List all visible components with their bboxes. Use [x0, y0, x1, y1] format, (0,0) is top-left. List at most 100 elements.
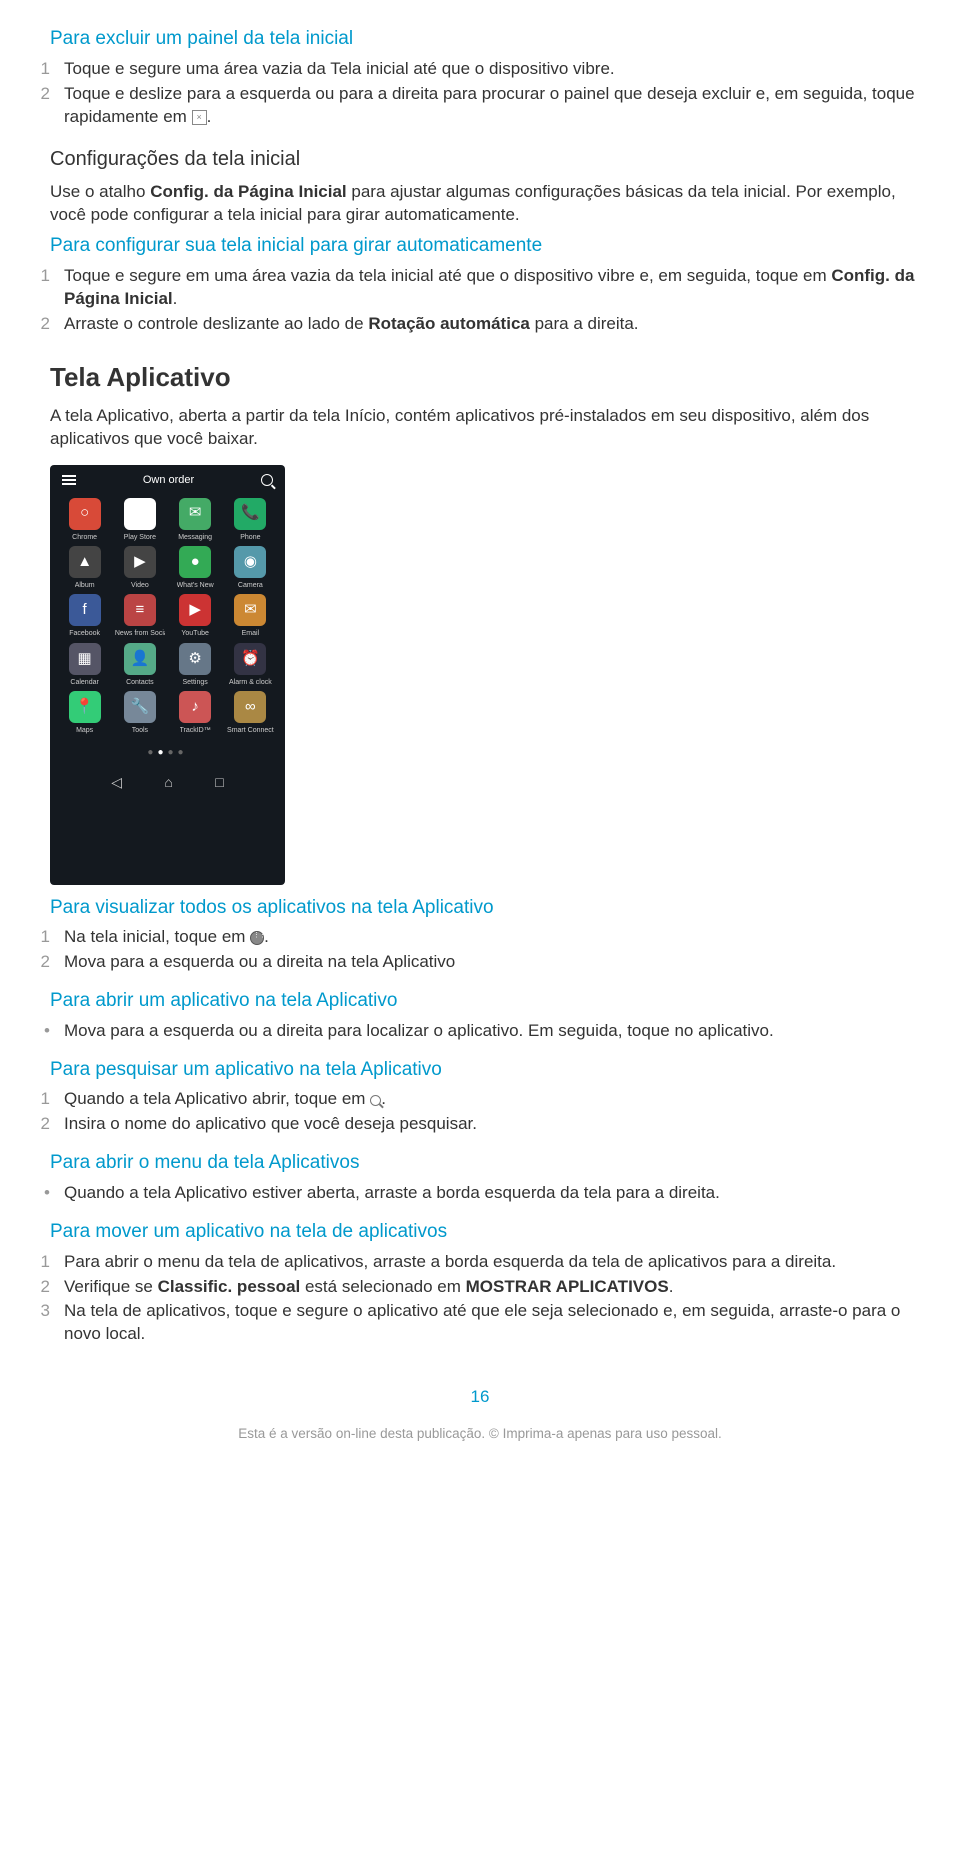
bold-text: MOSTRAR APLICATIVOS — [466, 1277, 669, 1296]
text-part: Verifique se — [64, 1277, 158, 1296]
app-label: What's New — [177, 581, 214, 590]
app-icon: ∞ — [234, 691, 266, 723]
list-number: 1 — [30, 58, 50, 81]
list-auto-rotate: 1 Toque e segure em uma área vazia da tel… — [30, 265, 930, 336]
step-text: Mova para a esquerda ou a direita para l… — [64, 1020, 930, 1043]
app-label: Camera — [238, 581, 263, 590]
app-icon: ▶ — [179, 594, 211, 626]
app-item: 📍 Maps — [58, 691, 111, 735]
app-item: ◉Camera — [224, 546, 277, 590]
app-label: Contacts — [126, 678, 154, 687]
paragraph-app-screen: A tela Aplicativo, aberta a partir da te… — [50, 405, 930, 451]
app-item: ≡ News from Socialife — [113, 594, 166, 638]
heading-config-home: Configurações da tela inicial — [50, 146, 930, 173]
page-indicator: ●●●● — [50, 746, 285, 760]
list-number: 2 — [30, 313, 50, 336]
page-number: 16 — [30, 1386, 930, 1409]
close-panel-icon: × — [192, 110, 207, 125]
list-number: 2 — [30, 951, 50, 974]
app-item: ⚙ Settings — [169, 643, 222, 687]
text-part: Na tela inicial, toque em — [64, 927, 250, 946]
heading-view-all-apps: Para visualizar todos os aplicativos na … — [50, 895, 930, 921]
bold-text: Rotação automática — [368, 314, 530, 333]
list-number: 1 — [30, 265, 50, 311]
app-icon: ○ — [69, 498, 101, 530]
app-label: Facebook — [69, 629, 100, 638]
phone-status-bar: Own order — [50, 465, 285, 496]
app-item: ● What's New — [169, 546, 222, 590]
app-label: Maps — [76, 726, 93, 735]
app-item: ✉Messaging — [169, 498, 222, 542]
app-icon: ▦ — [69, 643, 101, 675]
apps-drawer-icon — [250, 931, 264, 945]
step-text: Toque e deslize para a esquerda ou para … — [64, 83, 930, 129]
search-glyph-icon — [370, 1095, 381, 1106]
footer-text: Esta é a versão on-line desta publicação… — [30, 1425, 930, 1443]
app-icon: ⏰ — [234, 643, 266, 675]
search-icon — [261, 474, 273, 486]
list-open-menu: • Quando a tela Aplicativo estiver aberta… — [30, 1182, 930, 1205]
text-part: Arraste o controle deslizante ao lado de — [64, 314, 368, 333]
heading-open-app: Para abrir um aplicativo na tela Aplicat… — [50, 988, 930, 1014]
step-text: Na tela inicial, toque em . — [64, 926, 930, 949]
back-icon: ◁ — [111, 773, 122, 792]
step-text: Verifique se Classific. pessoal está sel… — [64, 1276, 930, 1299]
text-part: Toque e segure em uma área vazia da tela… — [64, 266, 831, 285]
text-part: está selecionado em — [300, 1277, 465, 1296]
app-icon: ● — [179, 546, 211, 578]
app-label: News from Socialife — [115, 629, 165, 638]
app-item: ▦Calendar — [58, 643, 111, 687]
app-item: ○ Chrome — [58, 498, 111, 542]
app-item: ▶ Play Store — [113, 498, 166, 542]
recent-icon: □ — [215, 773, 223, 792]
app-item: ♪TrackID™ — [169, 691, 222, 735]
app-icon: ▲ — [69, 546, 101, 578]
app-icon: ⚙ — [179, 643, 211, 675]
app-item: ▶Video — [113, 546, 166, 590]
bullet: • — [30, 1182, 50, 1205]
list-number: 2 — [30, 83, 50, 129]
step-text: Quando a tela Aplicativo estiver aberta,… — [64, 1182, 930, 1205]
app-item: ▶ YouTube — [169, 594, 222, 638]
heading-exclude-panel: Para excluir um painel da tela inicial — [50, 26, 930, 52]
step-text: Toque e segure uma área vazia da Tela in… — [64, 58, 930, 81]
app-item: ∞Smart Connect — [224, 691, 277, 735]
app-label: Album — [75, 581, 95, 590]
app-item: 🔧Tools — [113, 691, 166, 735]
app-item: ⏰ Alarm & clock — [224, 643, 277, 687]
app-label: Chrome — [72, 533, 97, 542]
app-icon: ✉ — [234, 594, 266, 626]
app-icon: ≡ — [124, 594, 156, 626]
app-icon: 📍 — [69, 691, 101, 723]
bullet: • — [30, 1020, 50, 1043]
text-part: para a direita. — [530, 314, 639, 333]
app-label: YouTube — [181, 629, 209, 638]
app-icon: 📞 — [234, 498, 266, 530]
step-text: Mova para a esquerda ou a direita na tel… — [64, 951, 930, 974]
phone-title: Own order — [143, 473, 194, 488]
step-text: Quando a tela Aplicativo abrir, toque em… — [64, 1088, 930, 1111]
list-exclude-panel: 1 Toque e segure uma área vazia da Tela i… — [30, 58, 930, 129]
hamburger-icon — [62, 479, 76, 481]
text-part: Use o atalho — [50, 182, 150, 201]
list-number: 2 — [30, 1276, 50, 1299]
app-icon: ✉ — [179, 498, 211, 530]
bold-text: Classific. pessoal — [158, 1277, 301, 1296]
heading-move-app: Para mover um aplicativo na tela de apli… — [50, 1219, 930, 1245]
app-label: Alarm & clock — [229, 678, 272, 687]
app-icon: 👤 — [124, 643, 156, 675]
app-label: Settings — [182, 678, 207, 687]
app-item: 📞Phone — [224, 498, 277, 542]
app-item: fFacebook — [58, 594, 111, 638]
list-open-app: • Mova para a esquerda ou a direita para … — [30, 1020, 930, 1043]
app-label: Play Store — [124, 533, 156, 542]
app-icon: ♪ — [179, 691, 211, 723]
text-part: Quando a tela Aplicativo abrir, toque em — [64, 1089, 370, 1108]
bold-text: Config. da Página Inicial — [150, 182, 346, 201]
paragraph-config-home: Use o atalho Config. da Página Inicial p… — [50, 181, 930, 227]
list-move-app: 1Para abrir o menu da tela de aplicativo… — [30, 1251, 930, 1347]
home-icon: ⌂ — [164, 773, 172, 792]
step-text: Toque e segure em uma área vazia da tela… — [64, 265, 930, 311]
app-grid: ○ Chrome ▶ Play Store ✉Messaging📞Phone ▲ Album… — [50, 496, 285, 738]
app-icon: ▶ — [124, 498, 156, 530]
